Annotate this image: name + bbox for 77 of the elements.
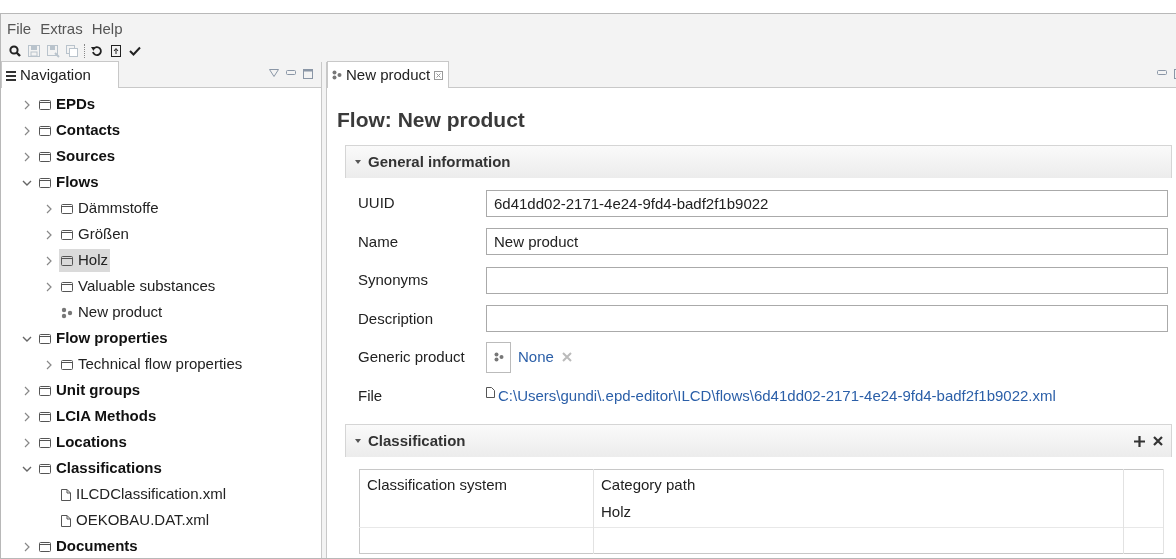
tree-item[interactable]: Flow properties bbox=[37, 327, 170, 350]
folder-icon bbox=[39, 541, 51, 552]
field-label: File bbox=[358, 385, 384, 406]
reference-link[interactable]: None bbox=[518, 346, 554, 369]
refresh-icon[interactable] bbox=[90, 44, 104, 58]
remove-button[interactable] bbox=[1153, 435, 1163, 447]
tree-item[interactable]: Contacts bbox=[37, 119, 123, 142]
tree-item[interactable]: Größen bbox=[59, 223, 131, 246]
folder-icon bbox=[39, 385, 51, 396]
tree-item[interactable]: New product bbox=[59, 301, 165, 324]
tree-item[interactable]: LCIA Methods bbox=[37, 405, 159, 428]
tree-item[interactable]: ILCDClassification.xml bbox=[59, 483, 229, 506]
close-icon[interactable] bbox=[434, 70, 444, 80]
tree-item[interactable]: Classifications bbox=[37, 457, 164, 480]
section-header[interactable]: General information bbox=[346, 146, 1171, 178]
tree-item[interactable]: Valuable substances bbox=[59, 275, 218, 298]
minimize-icon[interactable] bbox=[286, 69, 296, 77]
minimize-icon[interactable] bbox=[1157, 69, 1167, 77]
folder-icon bbox=[61, 281, 73, 292]
select-button[interactable] bbox=[486, 341, 511, 373]
text-field[interactable]: 6d41dd02-2171-4e24-9fd4-badf2f1b9022 bbox=[486, 189, 1168, 217]
product-icon bbox=[61, 306, 73, 319]
tree-item[interactable]: Flows bbox=[37, 171, 101, 194]
checkmark-icon[interactable] bbox=[128, 44, 142, 58]
folder-icon bbox=[61, 229, 73, 240]
table-cell: Holz bbox=[601, 502, 631, 520]
file-icon bbox=[486, 386, 495, 398]
remove-icon[interactable] bbox=[561, 352, 572, 363]
tab-label: Navigation bbox=[20, 65, 91, 85]
search-icon[interactable] bbox=[8, 44, 22, 58]
field-label: Synonyms bbox=[358, 270, 430, 290]
list-icon bbox=[6, 69, 16, 81]
view-tab[interactable]: Navigation bbox=[1, 61, 119, 88]
text-field[interactable] bbox=[486, 305, 1168, 333]
folder-icon bbox=[39, 125, 51, 136]
text-field[interactable]: New product bbox=[486, 228, 1168, 256]
tree-item[interactable]: Technical flow properties bbox=[59, 353, 245, 376]
folder-icon bbox=[39, 411, 51, 422]
editor-tab[interactable]: New product bbox=[327, 61, 450, 88]
field-label: Description bbox=[358, 308, 435, 329]
folder-icon bbox=[61, 203, 73, 214]
view-menu-icon[interactable] bbox=[269, 69, 279, 77]
section-header[interactable]: Classification bbox=[346, 425, 1171, 457]
tree-item[interactable]: Unit groups bbox=[37, 379, 143, 402]
tree-item[interactable]: Documents bbox=[37, 535, 140, 558]
text-field[interactable] bbox=[486, 266, 1168, 294]
document-icon[interactable] bbox=[109, 44, 123, 58]
product-icon bbox=[332, 70, 342, 81]
folder-icon bbox=[39, 151, 51, 162]
menu-item[interactable]: Help bbox=[91, 18, 123, 41]
editor-title: Flow: New product bbox=[337, 106, 526, 133]
maximize-icon[interactable] bbox=[303, 69, 313, 79]
folder-icon bbox=[39, 99, 51, 110]
folder-icon bbox=[39, 463, 51, 474]
file-icon bbox=[61, 514, 71, 527]
field-label: UUID bbox=[358, 193, 396, 213]
field-label: Name bbox=[358, 231, 399, 252]
column-header: Classification system bbox=[359, 469, 594, 497]
menu-item[interactable]: Extras bbox=[40, 18, 83, 41]
folder-icon bbox=[61, 359, 73, 370]
tree-item[interactable]: EPDs bbox=[37, 93, 98, 116]
file-link[interactable]: C:\Users\gundi\.epd-editor\ILCD\flows\6d41dd02-2171-4e24-9fd4-badf2f1b9022.xml bbox=[498, 384, 1056, 407]
menu-item[interactable]: File bbox=[7, 18, 32, 41]
folder-icon bbox=[61, 255, 73, 266]
tree-item[interactable]: Sources bbox=[37, 145, 118, 168]
tree-item[interactable]: OEKOBAU.DAT.xml bbox=[59, 509, 212, 532]
tree-item[interactable]: Locations bbox=[37, 431, 129, 454]
folder-icon bbox=[39, 177, 51, 188]
product-icon bbox=[493, 352, 504, 363]
field-label: Generic product bbox=[358, 347, 466, 367]
tree-item[interactable]: Holz bbox=[59, 249, 110, 272]
column-header: Category path bbox=[593, 469, 1124, 497]
folder-icon bbox=[39, 437, 51, 448]
file-icon bbox=[61, 488, 71, 501]
folder-icon bbox=[39, 333, 51, 344]
tree-item[interactable]: Dämmstoffe bbox=[59, 197, 161, 220]
add-button[interactable] bbox=[1134, 435, 1145, 447]
